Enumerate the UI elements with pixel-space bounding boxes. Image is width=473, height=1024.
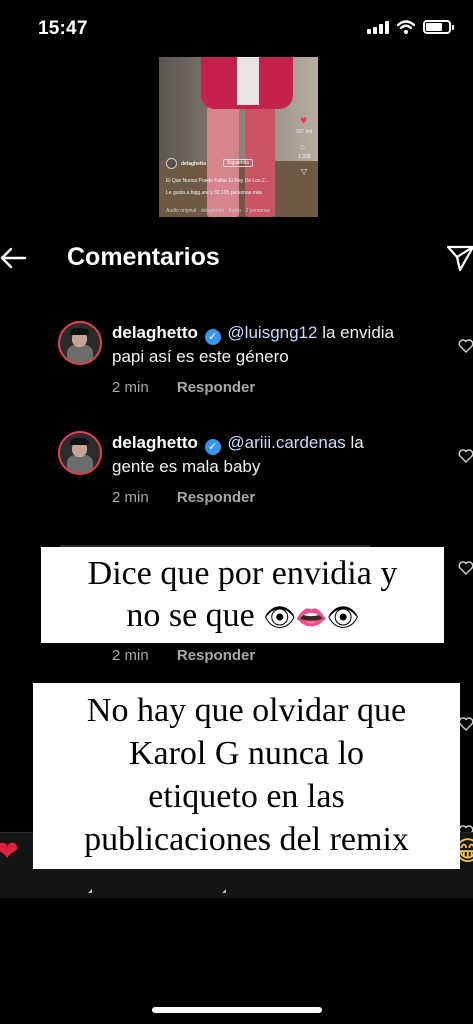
thumbnail-share-icon: ▽ [301,167,308,176]
thumbnail-follow-badge: Siguiendo [223,159,254,167]
caption-line: No hay que olvidar que [86,692,407,729]
avatar[interactable] [58,321,102,365]
thumbnail-heart-icon: ♥ [300,113,308,127]
like-heart-icon[interactable] [458,560,473,576]
comment-text: delaghetto ✓ @ariii.cardenas la gente es… [112,431,442,479]
caption-line: publicaciones del remix [84,821,409,858]
caption-line: etiqueto en las [148,778,345,815]
thumbnail-liked-by: Le gusta a bigg.are y 32,195 personas má… [166,190,263,196]
thumbnail-likes: 337 mil [296,129,313,135]
comment-body: la [345,433,364,452]
thumbnail-figure-shirt [237,57,259,105]
send-icon[interactable] [446,243,473,273]
thumbnail-username: delaghetto [181,161,207,167]
comment-body: gente es mala baby [112,457,261,476]
story-caption-bottom: No hay que olvidar que Karol G nunca lo … [33,683,460,869]
cellular-signal-icon [367,20,389,34]
comments-header: Comentarios [0,235,473,283]
post-thumbnail[interactable]: ♥ 337 mil ○ 1,328 ▽ delaghetto Siguiendo… [159,57,318,217]
status-time: 15:47 [38,18,88,39]
thumbnail-caption: El Que Nunca Puede Faltar El Rey De Los … [166,178,269,184]
reply-button[interactable]: Responder [177,489,255,506]
comment-username[interactable]: delaghetto [112,323,198,342]
story-caption-top: Dice que por envidia y no se que 👁👄👁 [41,547,444,643]
comment-time: 2 min [112,379,149,396]
reply-button[interactable]: Responder [177,647,255,664]
comment-body: la envidia [317,323,395,342]
caption-line: no se que 👁👄👁 [41,595,444,639]
comment-meta: 2 min Responder [112,489,255,506]
reply-button[interactable]: Responder [177,379,255,396]
comment-meta: 2 min Responder [112,647,255,664]
comment-time: 2 min [112,647,149,664]
emoji-variant-indicator [222,889,226,893]
thumbnail-avatar [166,158,177,169]
eyes-lips-emoji-icon: 👁👄👁 [263,603,359,633]
caption-line: Karol G nunca lo [128,735,365,772]
wifi-icon [397,20,415,34]
thumbnail-comments: 1,328 [298,154,311,160]
emoji-variant-indicator [88,889,92,893]
like-heart-icon[interactable] [458,338,473,354]
status-bar: 15:47 [0,0,473,60]
battery-icon [423,20,454,34]
like-heart-icon[interactable] [458,448,473,464]
comment-meta: 2 min Responder [112,379,255,396]
avatar[interactable] [58,431,102,475]
comment-mention[interactable]: @luisgng12 [227,323,317,342]
thumbnail-audio: Audio original · delaghetto · Audio · 2 … [166,208,271,214]
page-title: Comentarios [67,243,220,271]
status-icons [367,20,454,34]
verified-badge-icon: ✓ [204,329,221,345]
caption-line: Dice que por envidia y [87,555,398,592]
comment-username[interactable]: delaghetto [112,433,198,452]
like-heart-icon[interactable] [458,716,473,732]
comment-body: papi así es este género [112,347,289,366]
comment-time: 2 min [112,489,149,506]
comment-text: delaghetto ✓ @luisgng12 la envidia papi … [112,321,442,369]
home-indicator[interactable] [152,1007,322,1013]
comment-mention[interactable]: @ariii.cardenas [227,433,345,452]
verified-badge-icon: ✓ [204,439,221,455]
caption-text: no se que [126,597,255,634]
thumbnail-comment-icon: ○ [300,142,306,152]
back-arrow-icon[interactable] [0,243,30,273]
emoji-reaction[interactable]: ❤ [0,835,19,869]
